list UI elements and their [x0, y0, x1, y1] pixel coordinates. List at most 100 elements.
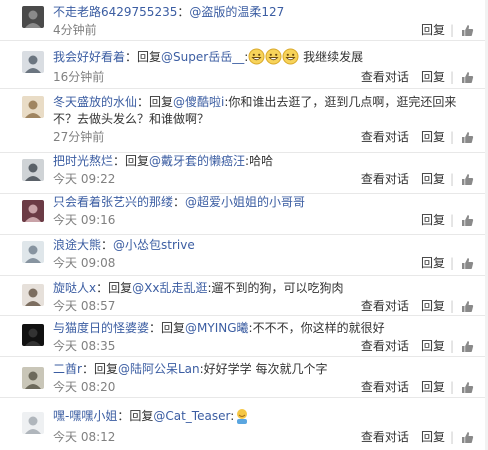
view-conversation-button[interactable]: 查看对话: [361, 430, 409, 445]
comment-item: 我会好好看着：回复@Super岳岳__: 我继续发展 16分钟前 查看对话 回复 |: [0, 41, 488, 89]
avatar[interactable]: [22, 200, 44, 222]
view-conversation-button[interactable]: 查看对话: [361, 299, 409, 314]
thumbs-up-icon[interactable]: [461, 71, 474, 84]
mention-link[interactable]: @盗版的温柔127: [189, 5, 284, 19]
emoji-icon: [234, 408, 250, 429]
mention-link[interactable]: @戴牙套的懒癌汪: [149, 154, 245, 168]
comment-username-link[interactable]: 旋哒人x: [53, 281, 96, 295]
action-divider: |: [449, 213, 454, 227]
thumbs-up-icon[interactable]: [461, 381, 474, 394]
view-conversation-button[interactable]: 查看对话: [361, 70, 409, 85]
avatar[interactable]: [22, 96, 44, 118]
reply-button[interactable]: 回复: [421, 130, 445, 145]
thumbs-up-icon[interactable]: [461, 131, 474, 144]
comment-username-link[interactable]: 冬天盛放的水仙: [53, 95, 137, 109]
comment-text: 嘿-嘿嘿小姐：回复@Cat_Teaser:: [53, 408, 478, 429]
thumbs-up-icon[interactable]: [461, 173, 474, 186]
comment-item: 二酋r：回复@陆阿公呆Lan:好好学学 每次就几个字 今天 08:20 查看对话 回复…: [0, 357, 488, 398]
comment-body-text: :遛不到的狗，可以吃狗肉: [207, 281, 344, 295]
reply-button[interactable]: 回复: [421, 430, 445, 445]
reply-button[interactable]: 回复: [421, 380, 445, 395]
comment-body-text: ：回复: [81, 362, 118, 376]
view-conversation-button[interactable]: 查看对话: [361, 130, 409, 145]
comment-text: 浪途大熊：@小怂包strive: [53, 237, 478, 254]
comment-text: 不走老路6429755235：@盗版的温柔127: [53, 4, 478, 21]
avatar[interactable]: [22, 367, 44, 389]
comment-username-link[interactable]: 二酋r: [53, 362, 82, 376]
action-divider: |: [449, 130, 454, 144]
avatar[interactable]: [22, 324, 44, 346]
thumbs-up-icon[interactable]: [461, 24, 474, 37]
comment-username-link[interactable]: 把时光熬烂: [53, 154, 113, 168]
comment-username-link[interactable]: 与猫度日的怪婆婆: [53, 321, 149, 335]
thumbs-up-icon[interactable]: [461, 214, 474, 227]
comment-text: 二酋r：回复@陆阿公呆Lan:好好学学 每次就几个字: [53, 361, 478, 378]
comment-timestamp: 今天 09:08: [53, 256, 116, 270]
comment-actions: 查看对话 回复 |: [361, 130, 474, 145]
mention-link[interactable]: @Cat_Teaser: [153, 409, 230, 423]
comment-actions: 回复 |: [421, 213, 474, 228]
mention-link[interactable]: @陆阿公呆Lan: [118, 362, 200, 376]
reply-button[interactable]: 回复: [421, 172, 445, 187]
mention-link[interactable]: @超爱小姐姐的小哥哥: [185, 195, 305, 209]
comment-text: 我会好好看着：回复@Super岳岳__: 我继续发展: [53, 48, 478, 70]
comment-body-text: :哈哈: [245, 154, 274, 168]
comment-text: 把时光熬烂：回复@戴牙套的懒癌汪:哈哈: [53, 153, 478, 170]
view-conversation-button[interactable]: 查看对话: [361, 380, 409, 395]
reply-button[interactable]: 回复: [421, 256, 445, 271]
reply-button[interactable]: 回复: [421, 299, 445, 314]
comment-username-link[interactable]: 嘿-嘿嘿小姐: [53, 409, 117, 423]
comment-item: 只会看着张艺兴的那缕：@超爱小姐姐的小哥哥 今天 09:16 回复 |: [0, 194, 488, 235]
comment-body-text: ：回复: [117, 409, 154, 423]
mention-link[interactable]: @MYING曦: [185, 321, 249, 335]
thumbs-up-icon[interactable]: [461, 300, 474, 313]
action-divider: |: [449, 23, 454, 37]
comment-timestamp: 今天 08:20: [53, 380, 116, 394]
comment-timestamp: 今天 09:16: [53, 213, 116, 227]
comment-text: 冬天盛放的水仙：回复@傻酷啦i:你和谁出去逛了，逛到几点啊，逛完还回来不？去做头…: [53, 94, 478, 128]
comment-actions: 查看对话 回复 |: [361, 339, 474, 354]
action-divider: |: [449, 339, 454, 353]
mention-link[interactable]: @Super岳岳__: [161, 50, 244, 64]
reply-button[interactable]: 回复: [421, 70, 445, 85]
comment-timestamp: 16分钟前: [53, 70, 105, 84]
comment-username-link[interactable]: 不走老路6429755235: [53, 5, 177, 19]
reply-button[interactable]: 回复: [421, 213, 445, 228]
thumbs-up-icon[interactable]: [461, 431, 474, 444]
avatar[interactable]: [22, 284, 44, 306]
comment-username-link[interactable]: 浪途大熊: [53, 238, 101, 252]
reply-button[interactable]: 回复: [421, 23, 445, 38]
mention-link[interactable]: @傻酷啦i: [173, 95, 224, 109]
comment-body-text: ：回复: [96, 281, 133, 295]
comment-timestamp: 27分钟前: [53, 130, 105, 144]
mention-link[interactable]: @小怂包strive: [113, 238, 195, 252]
comment-actions: 查看对话 回复 |: [361, 299, 474, 314]
comment-actions: 回复 |: [421, 256, 474, 271]
avatar[interactable]: [22, 6, 44, 28]
view-conversation-button[interactable]: 查看对话: [361, 339, 409, 354]
thumbs-up-icon[interactable]: [461, 340, 474, 353]
reply-button[interactable]: 回复: [421, 339, 445, 354]
mention-link[interactable]: @Xx乱走乱逛: [132, 281, 207, 295]
thumbs-up-icon[interactable]: [461, 257, 474, 270]
action-divider: |: [449, 172, 454, 186]
comment-username-link[interactable]: 我会好好看着: [53, 50, 125, 64]
action-divider: |: [449, 430, 454, 444]
comment-item: 嘿-嘿嘿小姐：回复@Cat_Teaser: 今天 08:12 查看对话 回复 |: [0, 398, 488, 450]
comment-username-link[interactable]: 只会看着张艺兴的那缕: [53, 195, 173, 209]
comment-item: 不走老路6429755235：@盗版的温柔127 4分钟前 回复 |: [0, 0, 488, 41]
avatar[interactable]: [22, 412, 44, 434]
comment-body-text: ：: [101, 238, 114, 252]
avatar[interactable]: [22, 51, 44, 73]
comment-body-text: ：回复: [137, 95, 174, 109]
comment-text: 旋哒人x：回复@Xx乱走乱逛:遛不到的狗，可以吃狗肉: [53, 280, 478, 297]
view-conversation-button[interactable]: 查看对话: [361, 172, 409, 187]
comment-item: 把时光熬烂：回复@戴牙套的懒癌汪:哈哈 今天 09:22 查看对话 回复 |: [0, 153, 488, 194]
comment-item: 浪途大熊：@小怂包strive 今天 09:08 回复 |: [0, 235, 488, 276]
comment-actions: 查看对话 回复 |: [361, 380, 474, 395]
comment-actions: 查看对话 回复 |: [361, 172, 474, 187]
comment-actions: 查看对话 回复 |: [361, 430, 474, 445]
avatar[interactable]: [22, 241, 44, 263]
avatar[interactable]: [22, 159, 44, 181]
action-divider: |: [449, 299, 454, 313]
